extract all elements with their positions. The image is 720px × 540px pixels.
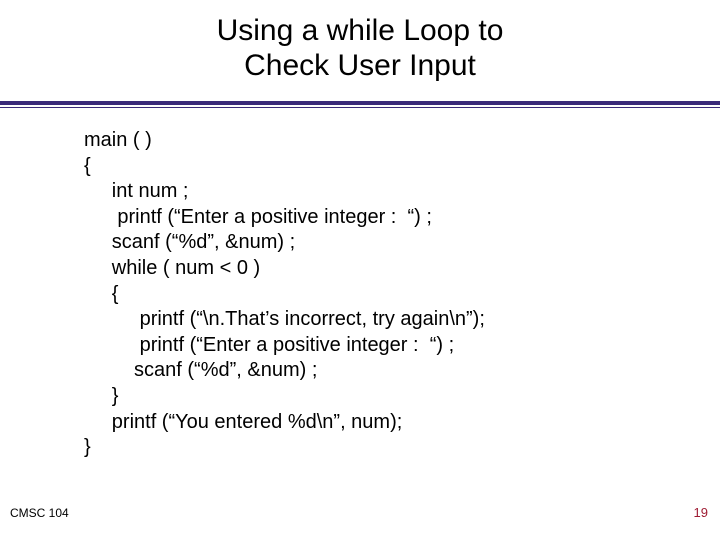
code-line: } [84, 385, 118, 407]
code-line: } [84, 436, 91, 458]
code-line: printf (“\n.That’s incorrect, try again\… [84, 308, 485, 330]
code-line: scanf (“%d”, &num) ; [84, 359, 317, 381]
divider-thick [0, 101, 720, 105]
code-line: { [84, 155, 91, 177]
title-divider [0, 101, 720, 109]
code-line: main ( ) [84, 129, 152, 151]
code-line: scanf (“%d”, &num) ; [84, 231, 295, 253]
title-line-2: Check User Input [0, 49, 720, 84]
code-block: main ( ) { int num ; printf (“Enter a po… [84, 128, 485, 461]
slide-title: Using a while Loop to Check User Input [0, 0, 720, 91]
page-number: 19 [694, 505, 708, 520]
code-line: printf (“Enter a positive integer : “) ; [84, 334, 454, 356]
code-line: { [84, 283, 118, 305]
code-line: while ( num < 0 ) [84, 257, 260, 279]
code-line: printf (“You entered %d\n”, num); [84, 411, 402, 433]
code-line: int num ; [84, 180, 188, 202]
footer-course: CMSC 104 [10, 506, 69, 520]
code-line: printf (“Enter a positive integer : “) ; [84, 206, 432, 228]
title-line-1: Using a while Loop to [0, 14, 720, 49]
divider-thin [0, 107, 720, 108]
